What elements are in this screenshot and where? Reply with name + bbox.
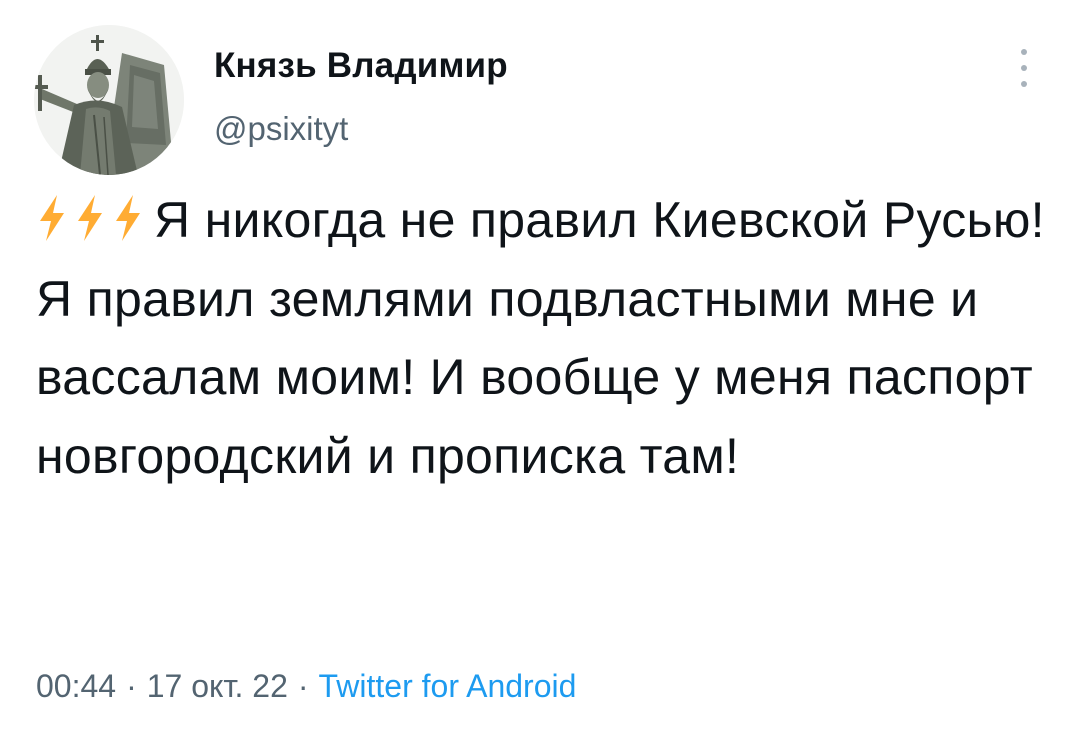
- tweet-meta: 00:44 · 17 окт. 22 · Twitter for Android: [36, 668, 576, 705]
- author-display-name[interactable]: Князь Владимир: [214, 46, 508, 86]
- author-handle[interactable]: @psixityt: [214, 110, 348, 148]
- tweet-source-link[interactable]: Twitter for Android: [319, 668, 577, 704]
- tweet-date[interactable]: 17 окт. 22: [147, 668, 288, 704]
- lightning-icon: [116, 195, 140, 241]
- statue-avatar-icon: [34, 25, 184, 175]
- lightning-icon: [40, 195, 64, 241]
- tweet: Князь Владимир @psixityt Я никогда не пр…: [0, 0, 1080, 733]
- meta-separator: ·: [297, 668, 309, 704]
- tweet-time[interactable]: 00:44: [36, 668, 116, 704]
- tweet-body: Я никогда не правил Киевской Русью! Я пр…: [36, 192, 1045, 484]
- avatar[interactable]: [34, 25, 184, 175]
- meta-separator: ·: [126, 668, 137, 704]
- lightning-icon: [78, 195, 102, 241]
- more-options-icon[interactable]: [1010, 45, 1040, 91]
- tweet-text: Я никогда не правил Киевской Русью! Я пр…: [36, 181, 1046, 495]
